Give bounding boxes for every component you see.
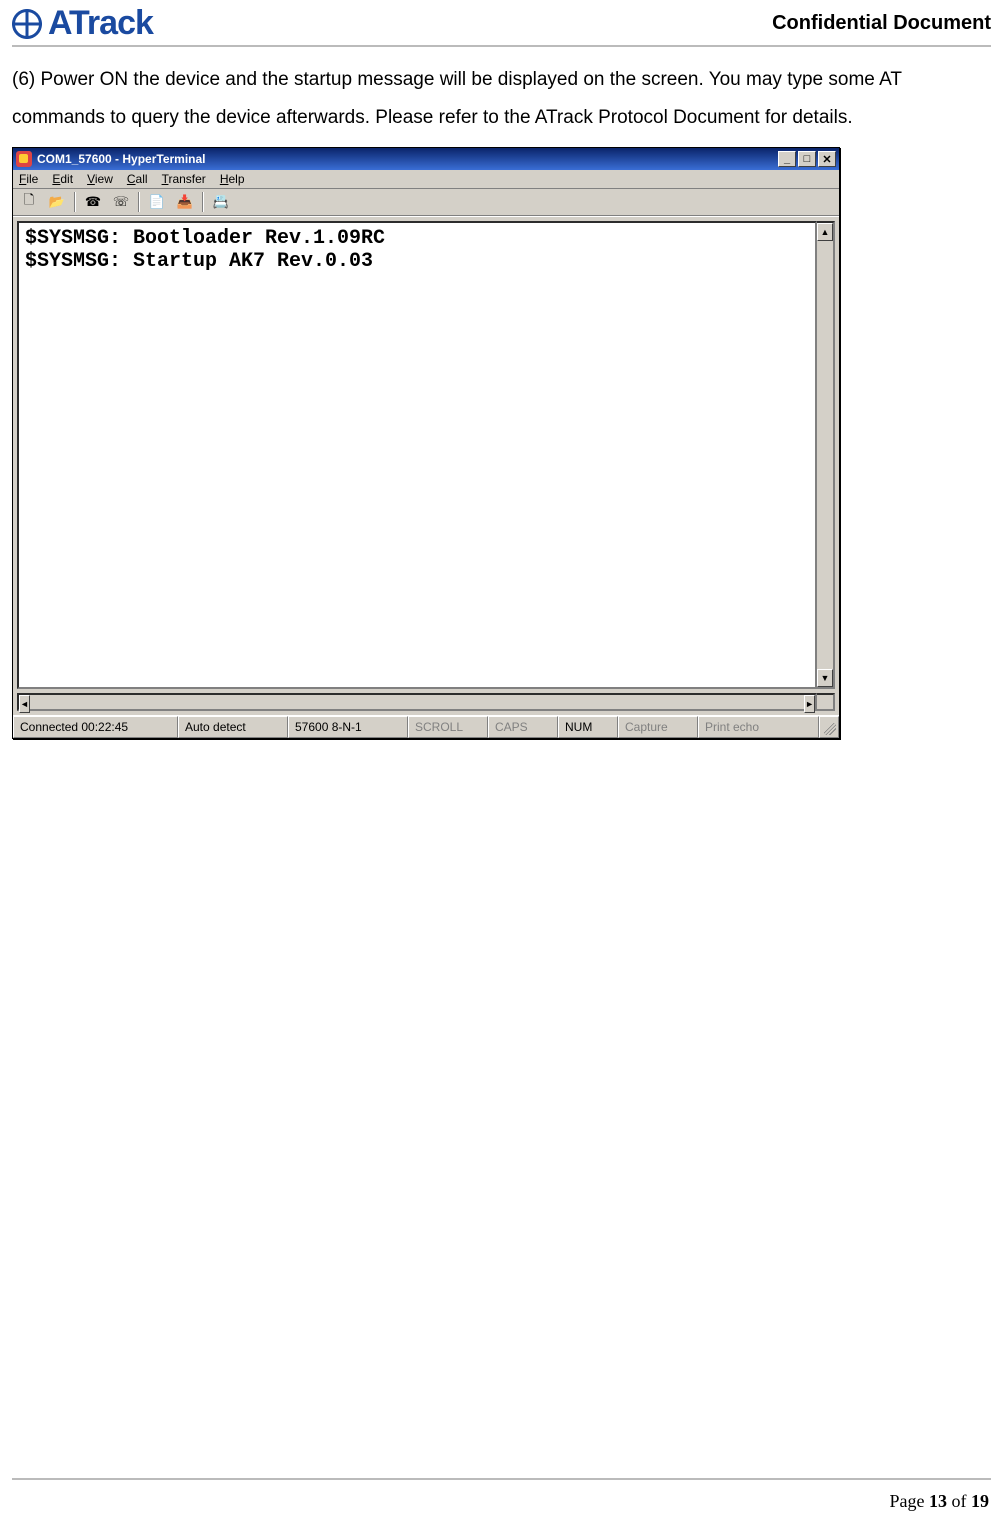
status-capture: Capture (618, 716, 698, 738)
hyperterminal-window: COM1_57600 - HyperTerminal _ □ ✕ File Ed… (12, 147, 840, 739)
crosshair-icon (12, 9, 42, 39)
receive-icon[interactable]: 📥 (174, 192, 196, 212)
menu-view[interactable]: View (87, 172, 113, 186)
scroll-down-icon[interactable]: ▼ (817, 669, 833, 687)
statusbar: Connected 00:22:45 Auto detect 57600 8-N… (13, 715, 839, 738)
status-connected: Connected 00:22:45 (13, 716, 178, 738)
brand-logo: ATrack (12, 4, 153, 43)
hangup-icon[interactable]: ☏ (110, 192, 132, 212)
status-caps: CAPS (488, 716, 558, 738)
call-icon[interactable]: ☎ (82, 192, 104, 212)
confidential-label: Confidential Document (772, 12, 991, 35)
horizontal-scrollbar[interactable]: ◄ ► (17, 693, 817, 711)
properties-icon[interactable]: 📇 (210, 192, 232, 212)
scroll-right-icon[interactable]: ► (804, 695, 815, 713)
page-header: ATrack Confidential Document (12, 0, 991, 47)
status-autodetect: Auto detect (178, 716, 288, 738)
menu-help[interactable]: Help (220, 172, 245, 186)
titlebar: COM1_57600 - HyperTerminal _ □ ✕ (13, 148, 839, 170)
resize-grip-icon[interactable] (819, 716, 839, 738)
separator-icon (202, 192, 204, 212)
send-icon[interactable]: 📄 (146, 192, 168, 212)
toolbar: 🗋 📂 ☎ ☏ 📄 📥 📇 (13, 189, 839, 216)
vertical-scrollbar[interactable]: ▲ ▼ (817, 221, 835, 689)
menu-file[interactable]: File (19, 172, 38, 186)
status-scroll: SCROLL (408, 716, 488, 738)
status-baud: 57600 8-N-1 (288, 716, 408, 738)
scroll-corner (817, 693, 835, 711)
scroll-left-icon[interactable]: ◄ (19, 695, 30, 713)
footer-divider (12, 1478, 991, 1480)
menu-edit[interactable]: Edit (52, 172, 73, 186)
instruction-paragraph: (6) Power ON the device and the startup … (12, 61, 991, 137)
terminal-output[interactable]: $SYSMSG: Bootloader Rev.1.09RC $SYSMSG: … (17, 221, 817, 689)
window-title: COM1_57600 - HyperTerminal (37, 152, 206, 166)
document-page: ATrack Confidential Document (6) Power O… (0, 0, 1003, 1528)
separator-icon (138, 192, 140, 212)
menu-call[interactable]: Call (127, 172, 148, 186)
menu-transfer[interactable]: Transfer (162, 172, 206, 186)
page-footer: Page 13 of 19 (890, 1491, 990, 1512)
menubar: File Edit View Call Transfer Help (13, 170, 839, 189)
app-icon (16, 151, 32, 167)
minimize-button[interactable]: _ (778, 151, 796, 167)
brand-name: ATrack (48, 4, 153, 43)
new-icon[interactable]: 🗋 (18, 192, 40, 212)
open-icon[interactable]: 📂 (46, 192, 68, 212)
maximize-button[interactable]: □ (798, 151, 816, 167)
status-printecho: Print echo (698, 716, 819, 738)
scroll-up-icon[interactable]: ▲ (817, 223, 833, 241)
status-num: NUM (558, 716, 618, 738)
close-button[interactable]: ✕ (818, 151, 836, 167)
separator-icon (74, 192, 76, 212)
